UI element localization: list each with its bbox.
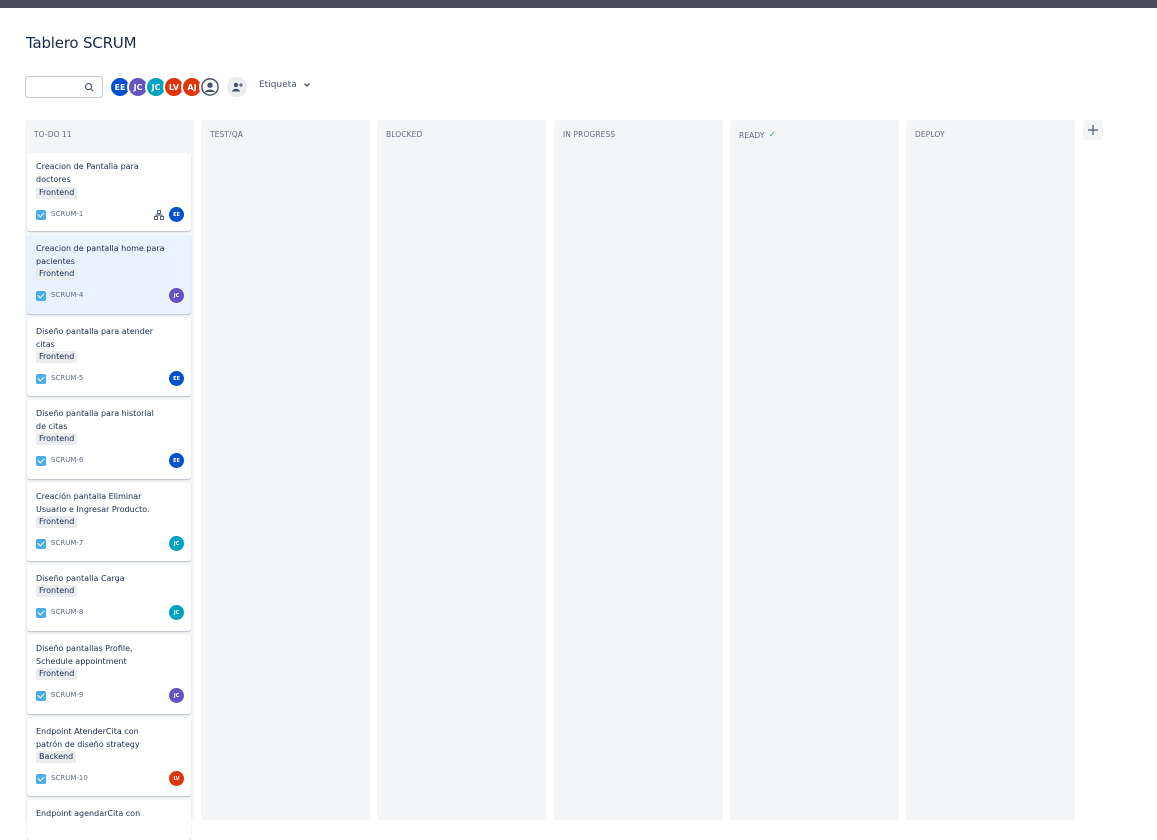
- add-people-button[interactable]: [227, 77, 247, 97]
- story-checkbox-icon: [36, 374, 46, 384]
- add-column-button[interactable]: [1083, 120, 1103, 140]
- issue-label-tag: Frontend: [36, 268, 78, 280]
- label-filter-text: Etiqueta: [259, 80, 297, 90]
- issue-card[interactable]: Diseño pantalla para historial de citas F…: [27, 400, 191, 479]
- board-column[interactable]: BLOCKED: [377, 120, 546, 820]
- issue-card[interactable]: Diseño pantalla para atender citas Fronte…: [27, 318, 191, 396]
- issue-card[interactable]: Diseño pantalla Carga productosFrontendS…: [27, 565, 191, 631]
- issue-key[interactable]: SCRUM-6: [51, 456, 83, 464]
- issue-card[interactable]: Creacion de pantalla home para pacientes…: [27, 235, 191, 314]
- issue-key[interactable]: SCRUM-7: [51, 539, 83, 547]
- subtask-icon: [154, 210, 164, 220]
- column-title: IN PROGRESS: [563, 130, 616, 139]
- column-header: READY ✓: [739, 130, 776, 140]
- issue-footer: SCRUM-4 JC: [36, 288, 184, 304]
- top-navigation-bar: [0, 0, 1157, 8]
- issue-label-tag: Frontend: [36, 668, 78, 680]
- issue-title: Endpoint AtenderCita con patrón de diseñ…: [36, 727, 140, 749]
- board-column[interactable]: TEST/QA: [201, 120, 370, 820]
- checkmark-icon: ✓: [768, 130, 777, 140]
- plus-icon: [1088, 125, 1098, 135]
- issue-card[interactable]: Creación pantalla Eliminar Usuario e Ing…: [27, 483, 191, 561]
- board-column[interactable]: DEPLOY: [906, 120, 1075, 820]
- column-header: TEST/QA: [210, 130, 243, 139]
- issue-title: Diseño pantalla para historial de citas: [36, 409, 154, 431]
- search-icon: [85, 83, 94, 92]
- issue-card[interactable]: Endpoint agendarCita con: [27, 800, 191, 840]
- assignee-avatar[interactable]: EE: [169, 207, 184, 222]
- issue-key[interactable]: SCRUM-8: [51, 608, 83, 616]
- issue-label-tag: Frontend: [36, 351, 78, 363]
- story-checkbox-icon: [36, 291, 46, 301]
- column-title: DEPLOY: [915, 130, 945, 139]
- column-header: TO-DO 11: [34, 130, 72, 139]
- issue-card[interactable]: Endpoint AtenderCita con patrón de diseñ…: [27, 718, 191, 796]
- assignee-avatar[interactable]: JC: [169, 688, 184, 703]
- issue-footer: SCRUM-1 EE: [36, 207, 184, 223]
- board-column[interactable]: READY ✓: [730, 120, 899, 820]
- board-column[interactable]: IN PROGRESS: [554, 120, 723, 820]
- issue-label-tag: Frontend: [36, 585, 78, 597]
- column-header: IN PROGRESS: [563, 130, 615, 139]
- column-title: READY: [739, 130, 765, 140]
- assignee-avatar[interactable]: JC: [169, 605, 184, 620]
- assignee-avatar[interactable]: JC: [169, 536, 184, 551]
- issue-footer: SCRUM-7 JC: [36, 536, 184, 552]
- issue-footer: SCRUM-10 LV: [36, 771, 184, 787]
- issue-key[interactable]: SCRUM-4: [51, 291, 83, 299]
- issue-key[interactable]: SCRUM-9: [51, 691, 83, 699]
- issue-label-tag: Frontend: [36, 433, 78, 445]
- assignee-avatar[interactable]: EE: [169, 371, 184, 386]
- column-header: BLOCKED: [386, 130, 422, 139]
- issue-title: Creacion de Pantalla para doctores: [36, 162, 139, 184]
- user-silhouette-icon: [201, 78, 219, 96]
- issue-footer: SCRUM-8 JC: [36, 605, 184, 621]
- search-input[interactable]: [30, 79, 82, 95]
- board-column[interactable]: TO-DO 11 Creacion de Pantalla para doctor…: [25, 120, 194, 840]
- label-filter-dropdown[interactable]: Etiqueta: [259, 80, 311, 90]
- column-header: DEPLOY: [915, 130, 945, 139]
- issue-title: Diseño pantallas Profile, Schedule appoi…: [36, 644, 133, 666]
- assignee-avatar[interactable]: LV: [169, 771, 184, 786]
- story-checkbox-icon: [36, 691, 46, 701]
- issue-card[interactable]: Diseño pantallas Profile, Schedule appoi…: [27, 635, 191, 714]
- story-checkbox-icon: [36, 456, 46, 466]
- issue-label-tag: Frontend: [36, 516, 78, 528]
- column-title: TO-DO 11: [34, 130, 72, 139]
- board-toolbar: EE JC JC LV AJ Etiqueta: [25, 76, 425, 98]
- issue-title: Creación pantalla Eliminar Usuario e Ing…: [36, 492, 150, 514]
- search-box[interactable]: [25, 76, 103, 98]
- issue-footer: SCRUM-6 EE: [36, 453, 184, 469]
- assignee-avatar[interactable]: JC: [169, 288, 184, 303]
- issue-label-tag: Frontend: [36, 187, 78, 199]
- page-title: Tablero SCRUM: [26, 34, 137, 52]
- issue-key[interactable]: SCRUM-10: [51, 774, 88, 782]
- assignee-avatar[interactable]: EE: [169, 453, 184, 468]
- story-checkbox-icon: [36, 210, 46, 220]
- issue-footer: SCRUM-9 JC: [36, 688, 184, 704]
- issue-title: Diseño pantalla para atender citas: [36, 327, 153, 349]
- issue-footer: SCRUM-5 EE: [36, 371, 184, 387]
- issue-title: Creacion de pantalla home para pacientes: [36, 244, 165, 266]
- chevron-down-icon: [303, 83, 310, 87]
- issue-key[interactable]: SCRUM-1: [51, 210, 83, 218]
- add-people-icon: [232, 82, 243, 92]
- avatar-filter-unassigned[interactable]: [199, 76, 221, 98]
- issue-card[interactable]: Creacion de Pantalla para doctores Fronte…: [27, 153, 191, 231]
- story-checkbox-icon: [36, 774, 46, 784]
- story-checkbox-icon: [36, 608, 46, 618]
- issue-key[interactable]: SCRUM-5: [51, 374, 83, 382]
- issue-label-tag: Backend: [36, 751, 77, 763]
- column-title: TEST/QA: [210, 130, 243, 139]
- column-title: BLOCKED: [386, 130, 423, 139]
- story-checkbox-icon: [36, 539, 46, 549]
